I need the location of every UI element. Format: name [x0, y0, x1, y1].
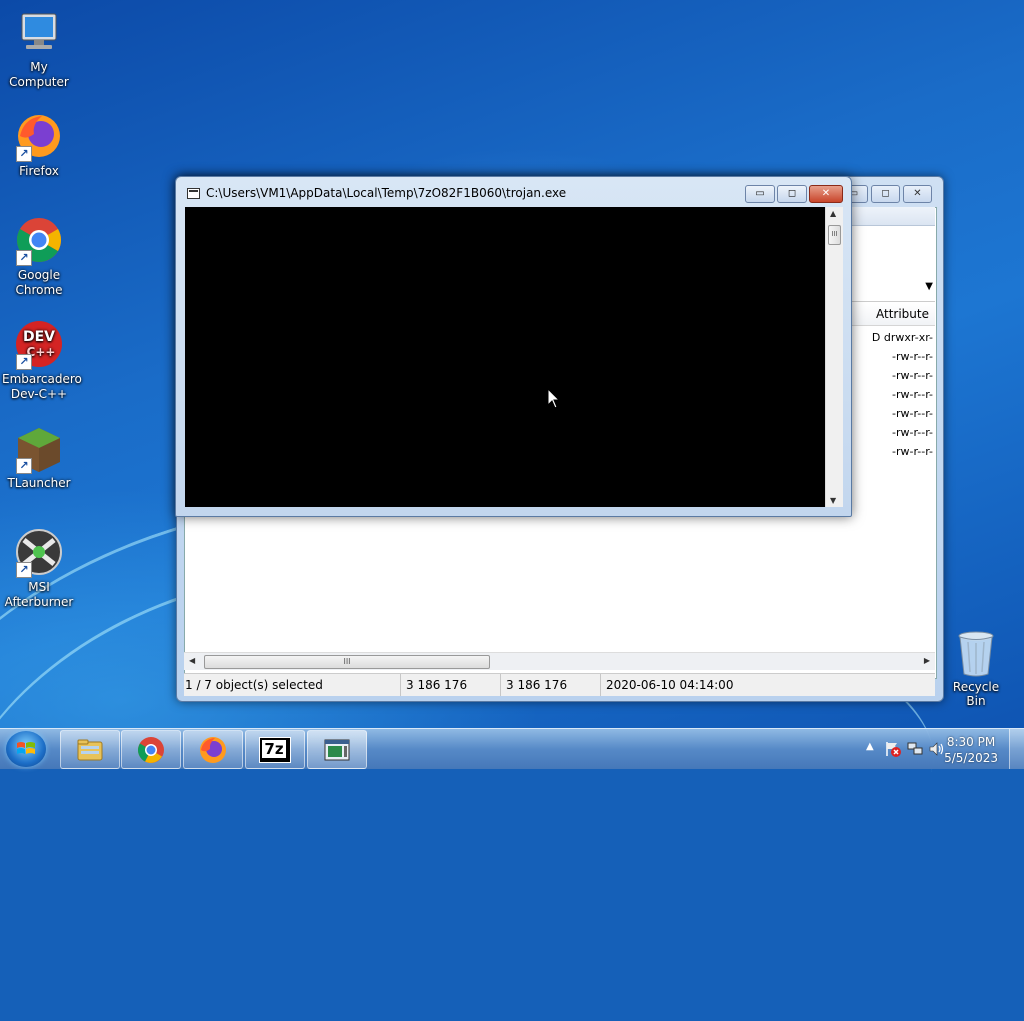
file-attribute: -rw-r--r- [891, 388, 933, 401]
desktop-icon-label: Embarcadero Dev-C++ [2, 372, 82, 401]
taskbar: 7z ▲ 8:30 PM 5/5/2023 [0, 728, 1024, 769]
desktop-icon-label: TLauncher [7, 476, 71, 490]
status-size: 3 186 176 [406, 678, 468, 692]
shortcut-arrow-icon: ↗ [16, 354, 32, 370]
desktop-icon-label: MSI Afterburner [4, 580, 74, 609]
taskbar-console-button[interactable] [307, 730, 367, 769]
shortcut-arrow-icon: ↗ [16, 250, 32, 266]
vertical-scroll-thumb[interactable]: III [828, 225, 841, 245]
console-icon [324, 739, 350, 761]
show-desktop-button[interactable] [1009, 729, 1024, 769]
desktop-icon-msi-afterburner[interactable]: ↗ MSI Afterburner [2, 528, 76, 610]
network-icon[interactable] [906, 740, 924, 758]
taskbar-clock[interactable]: 8:30 PM 5/5/2023 [944, 734, 998, 766]
chrome-icon [138, 737, 164, 763]
status-separator [500, 674, 501, 696]
desktop-icon-recycle-bin[interactable]: Recycle Bin [942, 630, 1010, 708]
status-bar: 1 / 7 object(s) selected 3 186 176 3 186… [184, 673, 935, 696]
taskbar-firefox-button[interactable] [183, 730, 243, 769]
windows-logo-icon [17, 742, 35, 754]
maximize-button[interactable]: ◻ [777, 185, 807, 203]
file-attribute: -rw-r--r- [891, 426, 933, 439]
firefox-icon: ↗ [14, 112, 64, 162]
close-button[interactable]: ✕ [809, 185, 843, 203]
minimize-button[interactable]: ▭ [745, 185, 775, 203]
show-hidden-icons-icon[interactable]: ▲ [866, 741, 874, 752]
action-center-icon[interactable] [884, 740, 902, 758]
status-modified: 2020-06-10 04:14:00 [606, 678, 734, 692]
status-separator [400, 674, 401, 696]
devcpp-icon: DEV C++ ↗ [14, 320, 64, 370]
clock-time: 8:30 PM [946, 735, 996, 749]
scroll-right-icon[interactable]: ▶ [924, 656, 930, 665]
desktop-icon-devcpp[interactable]: DEV C++ ↗ Embarcadero Dev-C++ [2, 320, 82, 402]
firefox-icon [200, 737, 226, 763]
clock-date: 5/5/2023 [944, 751, 998, 765]
folder-icon [77, 739, 103, 761]
desktop-icon-label: Recycle Bin [952, 680, 1000, 708]
tlauncher-icon: ↗ [14, 424, 64, 474]
file-attribute: -rw-r--r- [891, 369, 933, 382]
7zip-icon-label: 7z [262, 740, 286, 758]
scroll-down-icon[interactable]: ▼ [830, 496, 836, 505]
status-selection: 1 / 7 object(s) selected [185, 678, 323, 692]
computer-icon [14, 8, 64, 58]
bg-close-button[interactable]: ✕ [903, 185, 932, 203]
status-packed-size: 3 186 176 [506, 678, 568, 692]
chrome-icon: ↗ [14, 216, 64, 266]
taskbar-7zip-button[interactable]: 7z [245, 730, 305, 769]
console-window[interactable]: C:\Users\VM1\AppData\Local\Temp\7zO82F1B… [175, 176, 852, 517]
shortcut-arrow-icon: ↗ [16, 458, 32, 474]
bg-maximize-button[interactable]: ◻ [871, 185, 900, 203]
scroll-up-icon[interactable]: ▲ [830, 209, 836, 218]
shortcut-arrow-icon: ↗ [16, 562, 32, 578]
taskbar-chrome-button[interactable] [121, 730, 181, 769]
start-button[interactable] [6, 731, 46, 767]
desktop-icon-google-chrome[interactable]: ↗ Google Chrome [2, 216, 76, 298]
system-tray: ▲ 8:30 PM 5/5/2023 [844, 729, 1024, 769]
file-attribute: -rw-r--r- [891, 407, 933, 420]
7zip-icon: 7z [259, 737, 291, 763]
address-dropdown-icon[interactable]: ▼ [925, 281, 933, 292]
file-attribute: D drwxr-xr- [871, 331, 933, 344]
taskbar-explorer-button[interactable] [60, 730, 120, 769]
desktop-icon-tlauncher[interactable]: ↗ TLauncher [2, 424, 76, 491]
desktop-icon-my-computer[interactable]: My Computer [2, 8, 76, 90]
desktop-icon-label: My Computer [9, 60, 69, 89]
svg-text:DEV: DEV [23, 329, 55, 345]
recycle-bin-icon [956, 630, 996, 678]
window-title: C:\Users\VM1\AppData\Local\Temp\7zO82F1B… [206, 186, 567, 200]
desktop-icon-label: Google Chrome [15, 268, 63, 297]
afterburner-icon: ↗ [14, 528, 64, 578]
desktop-icon-firefox[interactable]: ↗ Firefox [2, 112, 76, 179]
console-icon [187, 188, 200, 199]
desktop-icon-label: Firefox [19, 164, 59, 178]
scroll-left-icon[interactable]: ◀ [189, 656, 195, 665]
column-header-attributes[interactable]: Attribute [876, 307, 929, 321]
vertical-scrollbar[interactable]: ▲ III ▼ [825, 207, 843, 507]
horizontal-scrollbar[interactable]: ◀ III ▶ [184, 652, 935, 670]
horizontal-scroll-thumb[interactable]: III [204, 655, 490, 669]
shortcut-arrow-icon: ↗ [16, 146, 32, 162]
mouse-cursor-icon [547, 388, 561, 409]
file-attribute: -rw-r--r- [891, 350, 933, 363]
console-output[interactable] [185, 207, 825, 507]
file-attribute: -rw-r--r- [891, 445, 933, 458]
status-separator [600, 674, 601, 696]
